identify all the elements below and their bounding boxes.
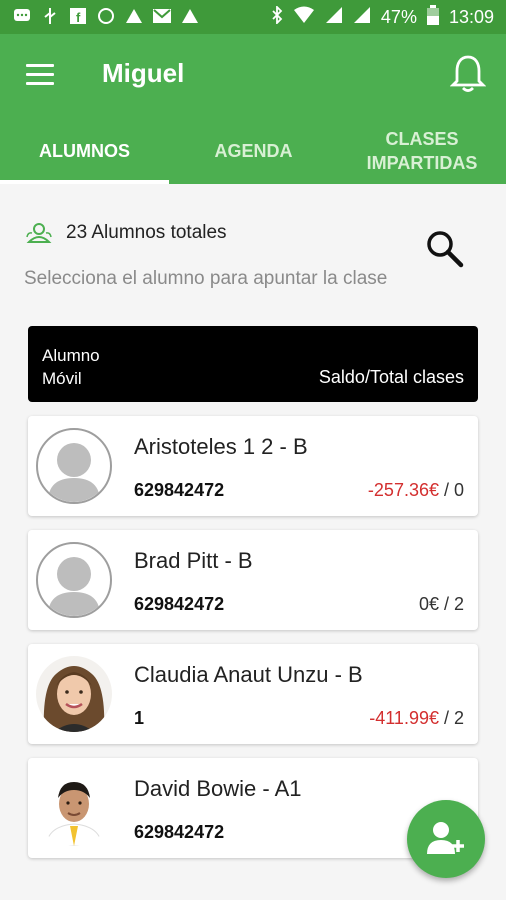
clock: 13:09 — [448, 7, 494, 27]
notification-icons: f — [12, 6, 200, 26]
tab-clases-impartidas-label: CLASES IMPARTIDAS — [366, 129, 478, 173]
battery-icon — [426, 5, 439, 30]
avatar-placeholder-icon — [36, 428, 112, 504]
signal-icon — [353, 6, 371, 29]
classes-count: / 2 — [438, 708, 464, 728]
tab-clases-impartidas[interactable]: CLASES IMPARTIDAS — [338, 118, 506, 184]
search-icon[interactable] — [424, 228, 464, 268]
avatar-placeholder-icon — [36, 542, 112, 618]
tab-bar: ALUMNOS AGENDA CLASES IMPARTIDAS — [0, 118, 506, 184]
students-count-text: 23 Alumnos totales — [66, 222, 227, 243]
warning-icon — [180, 6, 200, 26]
balance-amount: 0€ — [418, 594, 439, 614]
gmail-icon — [152, 6, 172, 26]
notifications-bell-icon[interactable] — [449, 54, 487, 94]
balance-amount: -411.99€ — [369, 708, 439, 728]
wifi-icon — [293, 6, 315, 29]
student-name: Claudia Anaut Unzu - B — [134, 662, 363, 687]
student-name: Brad Pitt - B — [134, 548, 253, 573]
student-phone: 629842472 — [134, 480, 225, 500]
student-name: David Bowie - A1 — [134, 776, 302, 801]
column-header-movil: Móvil — [42, 369, 82, 388]
menu-icon[interactable] — [26, 64, 54, 86]
student-name: Aristoteles 1 2 - B — [134, 434, 308, 459]
add-student-button[interactable] — [407, 800, 485, 878]
avatar-photo — [36, 656, 112, 732]
column-header-saldo: Saldo/Total clases — [318, 367, 464, 387]
tab-alumnos[interactable]: ALUMNOS — [0, 118, 169, 184]
students-summary: 23 Alumnos totales — [26, 222, 227, 244]
svg-text:f: f — [76, 10, 81, 24]
student-row[interactable]: Aristoteles 1 2 - B 629842472 -257.36€ /… — [28, 416, 478, 516]
student-phone: 629842472 — [134, 594, 225, 614]
student-phone: 1 — [134, 708, 145, 728]
student-balance: -411.99€ / 2 — [369, 708, 464, 729]
instruction-text: Selecciona el alumno para apuntar la cla… — [24, 268, 388, 289]
balance-amount: -257.36€ — [367, 480, 439, 500]
student-row[interactable]: Claudia Anaut Unzu - B 1 -411.99€ / 2 — [28, 644, 478, 744]
chat-icon — [12, 6, 32, 26]
tab-agenda[interactable]: AGENDA — [169, 118, 338, 184]
page-title: Miguel — [102, 58, 185, 88]
column-header-alumno: Alumno — [42, 346, 100, 365]
bluetooth-icon — [271, 4, 283, 29]
student-row[interactable]: Brad Pitt - B 629842472 0€ / 2 — [28, 530, 478, 630]
signal-icon — [325, 6, 343, 29]
app-bar: Miguel — [0, 34, 506, 118]
warning-icon — [124, 6, 144, 26]
table-header: Alumno Móvil Saldo/Total clases — [28, 326, 478, 402]
student-balance: -257.36€ / 0 — [368, 480, 464, 501]
classes-count: / 2 — [438, 594, 464, 614]
add-person-icon — [427, 822, 464, 854]
student-phone: 629842472 — [134, 822, 225, 842]
usb-icon — [40, 6, 60, 26]
status-bar: f 47% 13:09 — [0, 0, 506, 34]
people-icon — [26, 222, 52, 244]
whatsapp-icon — [96, 6, 116, 26]
student-balance: 0€ / 2 — [419, 594, 464, 615]
battery-percent: 47% — [380, 7, 417, 27]
students-content: 23 Alumnos totales Selecciona el alumno … — [0, 184, 506, 900]
avatar-photo — [36, 770, 112, 846]
classes-count: / 0 — [438, 480, 464, 500]
facebook-icon: f — [68, 6, 88, 26]
